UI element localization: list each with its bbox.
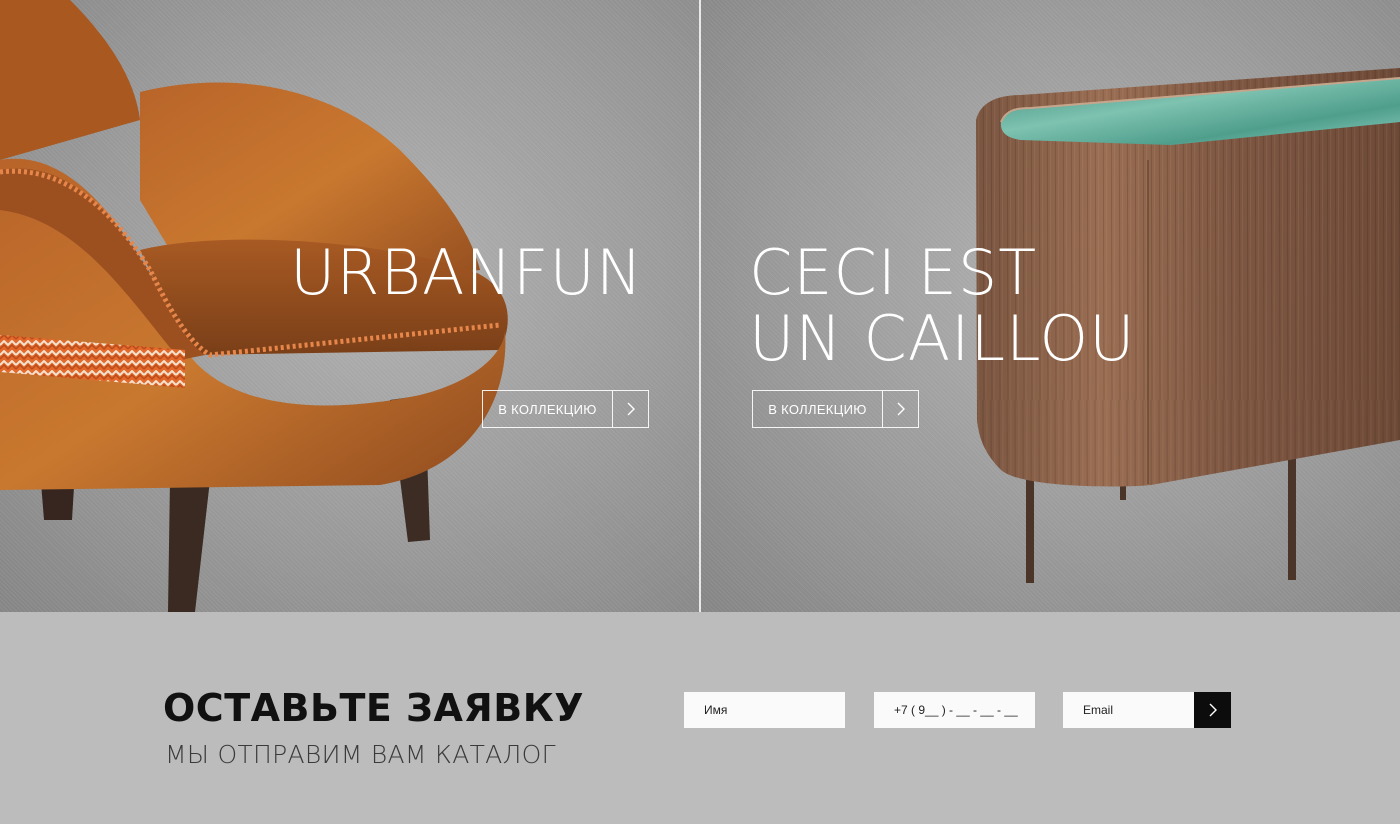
to-collection-label: В КОЛЛЕКЦИЮ xyxy=(753,391,883,427)
name-field[interactable] xyxy=(684,692,845,728)
to-collection-button-urbanfun[interactable]: В КОЛЛЕКЦИЮ xyxy=(482,390,649,428)
collection-panel-ceci-est-un-caillou[interactable]: CECI EST UN CAILLOU В КОЛЛЕКЦИЮ xyxy=(701,0,1400,612)
chevron-right-icon[interactable] xyxy=(613,391,648,427)
hero-section: URBANFUN В КОЛЛЕКЦИЮ CECI EST UN CAILLOU… xyxy=(0,0,1400,612)
collection-panel-urbanfun[interactable]: URBANFUN В КОЛЛЕКЦИЮ xyxy=(0,0,699,612)
form-subheading: МЫ ОТПРАВИМ ВАМ КАТАЛОГ xyxy=(165,740,556,769)
phone-field[interactable] xyxy=(874,692,1035,728)
form-heading: ОСТАВЬТЕ ЗАЯВКУ xyxy=(163,686,585,730)
collection-title-ceci-est-un-caillou: CECI EST UN CAILLOU xyxy=(749,236,1136,375)
submit-button[interactable] xyxy=(1194,692,1231,728)
to-collection-label: В КОЛЛЕКЦИЮ xyxy=(483,391,613,427)
collection-title-urbanfun: URBANFUN xyxy=(290,236,644,309)
request-form-section: ОСТАВЬТЕ ЗАЯВКУ МЫ ОТПРАВИМ ВАМ КАТАЛОГ xyxy=(0,612,1400,824)
chevron-right-icon xyxy=(1209,703,1217,717)
to-collection-button-ceci-est-un-caillou[interactable]: В КОЛЛЕКЦИЮ xyxy=(752,390,919,428)
email-field[interactable] xyxy=(1063,692,1194,728)
chevron-right-icon[interactable] xyxy=(883,391,918,427)
